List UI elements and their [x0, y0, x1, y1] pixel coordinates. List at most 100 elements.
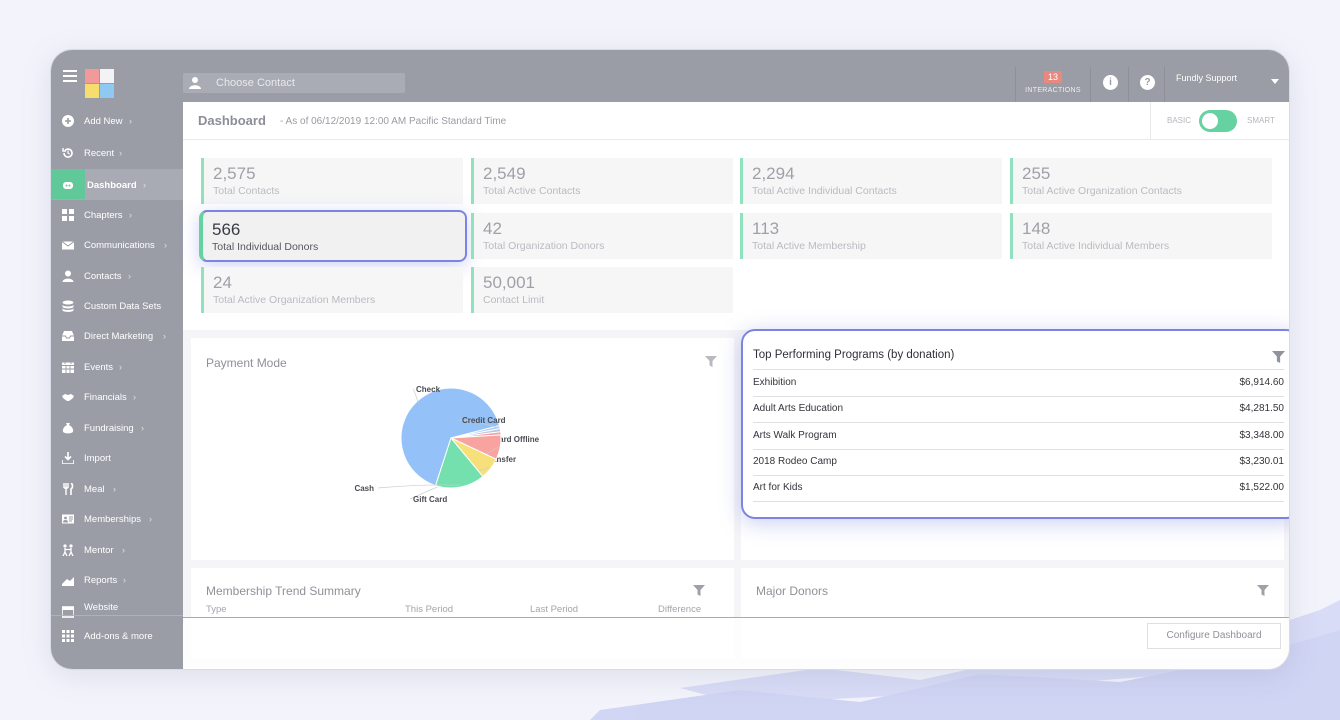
- payment-mode-panel: Payment Mode Check Credit Card Credit Card…: [191, 338, 734, 560]
- sidebar-item-label: Meal: [84, 484, 105, 495]
- configure-dashboard-button[interactable]: Configure Dashboard: [1147, 623, 1281, 649]
- table-row[interactable]: Art for Kids $1,522.00: [753, 475, 1284, 501]
- stat-label: Total Individual Donors: [212, 241, 319, 253]
- sidebar-item-reports[interactable]: Reports ›: [51, 565, 183, 595]
- inbox-icon: [62, 331, 74, 341]
- program-name: 2018 Rodeo Camp: [753, 456, 837, 467]
- stat-card[interactable]: 148 Total Active Individual Members: [1010, 213, 1272, 259]
- chevron-right-icon: ›: [128, 271, 131, 281]
- apps-grid-icon: [62, 630, 74, 642]
- stat-label: Total Active Contacts: [483, 185, 581, 197]
- table-row[interactable]: Arts Walk Program $3,348.00: [753, 423, 1284, 449]
- sidebar-item-chapters[interactable]: Chapters ›: [51, 200, 183, 230]
- sidebar-item-label: Recent: [84, 148, 115, 159]
- sidebar: Add New › Recent › Dashboard › Chapters …: [51, 102, 183, 669]
- sidebar-item-label: Mentor: [84, 545, 114, 556]
- app-logo[interactable]: [85, 69, 115, 98]
- chevron-down-icon[interactable]: [1271, 79, 1279, 84]
- basic-smart-toggle[interactable]: [1199, 110, 1237, 132]
- plus-circle-icon: [62, 115, 74, 127]
- page-title: Dashboard: [198, 113, 266, 128]
- sidebar-item-custom-data-sets[interactable]: Custom Data Sets: [51, 291, 183, 321]
- filter-icon[interactable]: [705, 356, 717, 367]
- money-bag-icon: [62, 423, 74, 434]
- divider: [1164, 67, 1165, 102]
- stat-label: Total Active Individual Members: [1022, 240, 1170, 252]
- sidebar-item-label: Website: [84, 602, 119, 613]
- pie-label: Gift Card: [413, 495, 447, 504]
- stat-card[interactable]: 2,549 Total Active Contacts: [471, 158, 733, 204]
- stat-value: 148: [1022, 219, 1051, 238]
- stat-label: Total Active Membership: [752, 240, 866, 252]
- stats-grid: 2,575 Total Contacts 2,549 Total Active Co…: [183, 140, 1289, 330]
- sidebar-item-financials[interactable]: Financials ›: [51, 382, 183, 412]
- sidebar-item-events[interactable]: Events ›: [51, 352, 183, 382]
- stat-card[interactable]: 50,001 Contact Limit: [471, 267, 733, 313]
- pie-label: Credit Card: [462, 416, 506, 425]
- stat-value: 566: [212, 220, 241, 239]
- stat-card[interactable]: 42 Total Organization Donors: [471, 213, 733, 259]
- sidebar-item-fundraising[interactable]: Fundraising ›: [51, 413, 183, 443]
- sidebar-item-addons[interactable]: Add-ons & more: [51, 615, 183, 669]
- program-amount: $1,522.00: [1239, 482, 1285, 493]
- toggle-knob: [1202, 113, 1218, 129]
- sidebar-item-import[interactable]: Import: [51, 443, 183, 473]
- divider: [1150, 102, 1151, 140]
- app-window: Choose Contact 13 INTERACTIONS i ? Fundl…: [50, 49, 1290, 670]
- table-row[interactable]: 2018 Rodeo Camp $3,230.01: [753, 449, 1284, 475]
- program-amount: $4,281.50: [1239, 403, 1285, 414]
- help-icon[interactable]: ?: [1140, 75, 1155, 90]
- sidebar-item-dashboard[interactable]: Dashboard ›: [51, 169, 183, 200]
- stat-card[interactable]: 2,575 Total Contacts: [201, 158, 463, 204]
- stat-value: 2,549: [483, 164, 526, 183]
- person-icon: [62, 270, 74, 282]
- choose-contact-search[interactable]: Choose Contact: [183, 73, 405, 93]
- stat-label: Contact Limit: [483, 294, 545, 306]
- chevron-right-icon: ›: [129, 116, 132, 126]
- program-amount: $3,348.00: [1239, 430, 1285, 441]
- chevron-right-icon: ›: [164, 240, 167, 250]
- program-name: Exhibition: [753, 377, 797, 388]
- sidebar-item-meal[interactable]: Meal ›: [51, 474, 183, 504]
- column-header: Last Period: [530, 604, 579, 615]
- handshake-icon: [62, 394, 74, 401]
- payment-mode-pie-chart: CheckCredit CardCredit Card OfflineWire …: [354, 385, 539, 504]
- chevron-right-icon: ›: [122, 545, 125, 555]
- sidebar-item-direct-marketing[interactable]: Direct Marketing ›: [51, 321, 183, 351]
- filter-icon[interactable]: [1257, 585, 1269, 596]
- interactions-count-badge: 13: [1043, 71, 1062, 83]
- history-icon: [62, 148, 73, 158]
- chevron-right-icon: ›: [133, 392, 136, 402]
- stat-card-highlighted[interactable]: 566 Total Individual Donors: [199, 210, 467, 262]
- table-row[interactable]: Exhibition $6,914.60: [753, 370, 1284, 396]
- sidebar-item-communications[interactable]: Communications ›: [51, 230, 183, 260]
- filter-icon[interactable]: [1272, 351, 1285, 363]
- interactions-button[interactable]: 13 INTERACTIONS: [1015, 67, 1091, 102]
- info-icon[interactable]: i: [1103, 75, 1118, 90]
- sidebar-item-label: Reports: [84, 575, 118, 586]
- stat-label: Total Organization Donors: [483, 240, 605, 252]
- top-bar: Choose Contact 13 INTERACTIONS i ? Fundl…: [51, 50, 1289, 102]
- sidebar-item-add-new[interactable]: Add New ›: [51, 106, 183, 136]
- chevron-right-icon: ›: [149, 514, 152, 524]
- stat-card[interactable]: 113 Total Active Membership: [740, 213, 1002, 259]
- stat-value: 50,001: [483, 273, 535, 292]
- table-row[interactable]: Adult Arts Education $4,281.50: [753, 396, 1284, 422]
- sidebar-item-contacts[interactable]: Contacts ›: [51, 261, 183, 291]
- chevron-right-icon: ›: [119, 148, 122, 158]
- bottom-fade-overlay: [183, 618, 1289, 669]
- stat-label: Total Active Organization Members: [213, 294, 376, 306]
- filter-icon[interactable]: [693, 585, 705, 596]
- user-name[interactable]: Fundly Support: [1176, 73, 1237, 83]
- stat-card[interactable]: 24 Total Active Organization Members: [201, 267, 463, 313]
- sidebar-item-memberships[interactable]: Memberships ›: [51, 504, 183, 534]
- sidebar-item-label: Direct Marketing: [84, 331, 154, 342]
- sidebar-item-recent[interactable]: Recent ›: [51, 138, 183, 168]
- hamburger-menu-icon[interactable]: [63, 70, 77, 82]
- calendar-icon: [62, 361, 74, 373]
- sidebar-item-mentor[interactable]: Mentor ›: [51, 535, 183, 565]
- program-amount: $6,914.60: [1239, 377, 1285, 388]
- column-header: This Period: [405, 604, 454, 615]
- stat-card[interactable]: 2,294 Total Active Individual Contacts: [740, 158, 1002, 204]
- stat-card[interactable]: 255 Total Active Organization Contacts: [1010, 158, 1272, 204]
